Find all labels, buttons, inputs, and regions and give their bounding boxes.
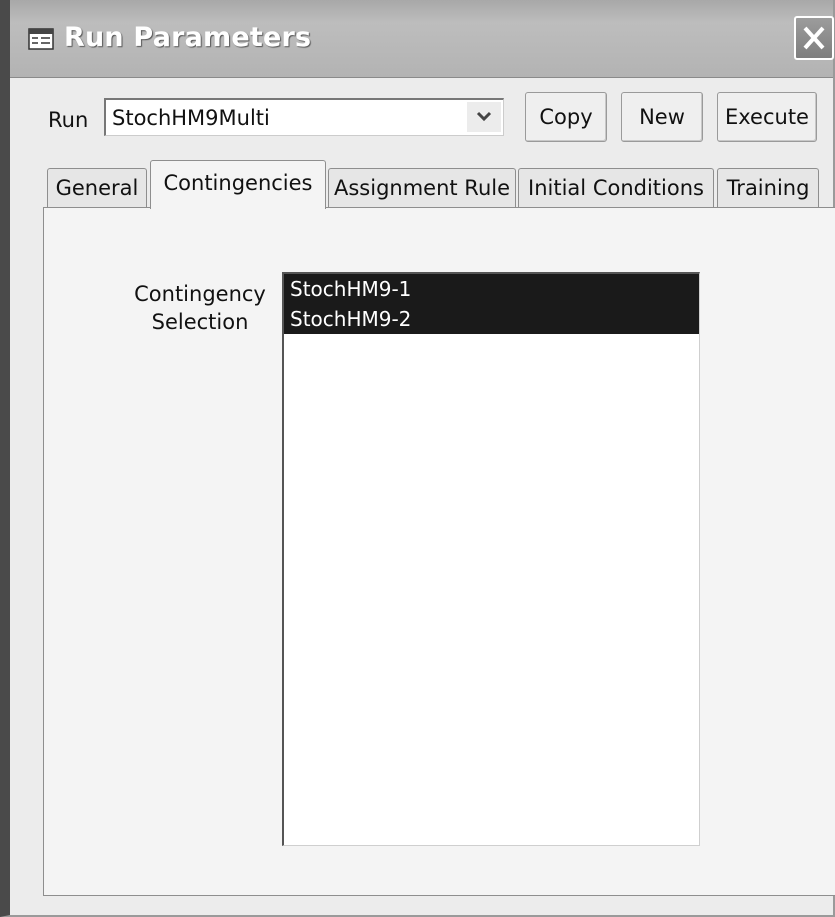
run-select[interactable]: StochHM9Multi xyxy=(104,98,504,136)
title-bar[interactable]: Run Parameters xyxy=(10,0,834,78)
new-button[interactable]: New xyxy=(621,92,703,142)
contingency-label-line2: Selection xyxy=(151,310,249,334)
contingency-selection-label: Contingency Selection xyxy=(110,280,290,336)
contingencies-panel: Contingency Selection StochHM9-1 StochHM… xyxy=(43,207,835,896)
tab-general[interactable]: General xyxy=(47,168,147,208)
chevron-down-icon xyxy=(476,111,492,122)
copy-button[interactable]: Copy xyxy=(525,92,607,142)
form-icon xyxy=(28,28,54,50)
close-button[interactable] xyxy=(794,16,834,60)
execute-button[interactable]: Execute xyxy=(717,92,817,142)
tab-training[interactable]: Training xyxy=(717,168,819,208)
contingency-listbox[interactable]: StochHM9-1 StochHM9-2 xyxy=(282,272,700,846)
run-label: Run xyxy=(48,108,89,132)
tab-contingencies[interactable]: Contingencies xyxy=(150,160,326,209)
list-item[interactable]: StochHM9-1 xyxy=(284,274,699,304)
tab-initial-conditions[interactable]: Initial Conditions xyxy=(518,168,714,208)
window-title: Run Parameters xyxy=(64,22,312,53)
list-item[interactable]: StochHM9-2 xyxy=(284,304,699,334)
run-select-dropdown-button[interactable] xyxy=(467,102,501,132)
run-select-value: StochHM9Multi xyxy=(112,106,270,130)
run-parameters-window: Run Parameters Run StochHM9Multi Copy Ne… xyxy=(0,0,835,917)
tab-assignment-rule[interactable]: Assignment Rule xyxy=(328,168,516,208)
close-icon xyxy=(803,26,825,50)
contingency-label-line1: Contingency xyxy=(134,282,266,306)
